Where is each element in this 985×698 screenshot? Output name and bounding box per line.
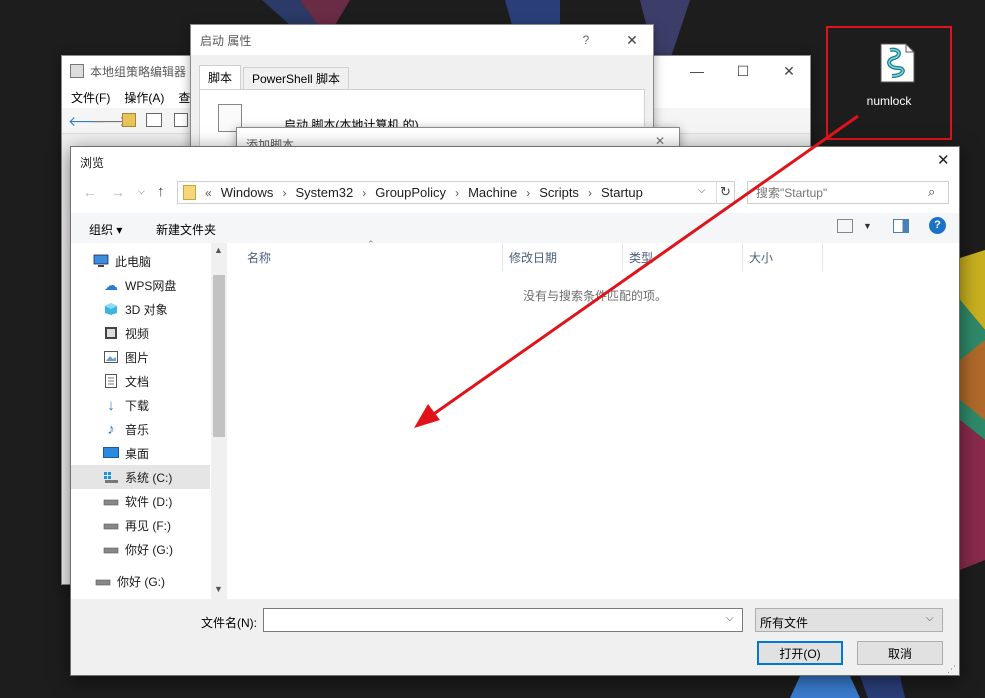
up-button[interactable]: ↑ bbox=[157, 183, 165, 200]
drive-icon bbox=[95, 573, 111, 589]
file-type-dropdown-icon[interactable]: ⌵ bbox=[926, 613, 934, 624]
file-type-value: 所有文件 bbox=[760, 616, 809, 630]
desktop-icon-numlock[interactable]: numlock bbox=[826, 26, 952, 140]
browse-title: 浏览 bbox=[80, 156, 105, 170]
drive-icon bbox=[103, 541, 119, 557]
browse-dialog: 浏览 ✕ ← → ⌵ ↑ « Windows › System32 › Grou… bbox=[70, 146, 960, 676]
filename-dropdown-icon[interactable]: ⌵ bbox=[726, 613, 734, 624]
gpedit-maximize-button[interactable]: ☐ bbox=[720, 56, 766, 86]
folder-icon bbox=[183, 185, 196, 200]
search-icon[interactable]: ⌕ bbox=[928, 184, 935, 200]
nav-drive-c[interactable]: 系统 (C:) bbox=[71, 465, 210, 489]
crumb-separator-icon: › bbox=[526, 185, 531, 200]
empty-message: 没有与搜索条件匹配的项。 bbox=[523, 289, 668, 303]
recent-locations-button[interactable]: ⌵ bbox=[138, 186, 145, 197]
preview-pane-icon[interactable] bbox=[893, 219, 909, 233]
menu-view[interactable]: 查 bbox=[178, 89, 190, 106]
crumb-scripts[interactable]: Scripts bbox=[539, 185, 579, 200]
filename-field[interactable]: ⌵ bbox=[263, 608, 743, 632]
show-tree-icon[interactable] bbox=[146, 113, 162, 127]
forward-button[interactable]: → bbox=[111, 184, 125, 200]
music-icon: ♪ bbox=[107, 420, 115, 438]
organize-button[interactable]: 组织 ▾ bbox=[89, 221, 122, 238]
crumb-startup[interactable]: Startup bbox=[601, 185, 643, 200]
view-dropdown-icon[interactable]: ▼ bbox=[863, 221, 872, 231]
properties-icon[interactable] bbox=[174, 113, 188, 127]
startup-props-close-button[interactable]: ✕ bbox=[609, 25, 655, 55]
address-overflow-chevron[interactable]: « bbox=[205, 186, 212, 200]
crumb-system32[interactable]: System32 bbox=[295, 185, 353, 200]
open-button[interactable]: 打开(O) bbox=[757, 641, 843, 665]
crumb-separator-icon: › bbox=[362, 185, 367, 200]
cancel-button[interactable]: 取消 bbox=[857, 641, 943, 665]
crumb-separator-icon: › bbox=[282, 185, 287, 200]
crumb-separator-icon: › bbox=[587, 185, 592, 200]
cube-icon bbox=[103, 301, 119, 317]
gpedit-app-icon bbox=[70, 64, 84, 78]
system-drive-icon bbox=[103, 469, 119, 485]
startup-props-title: 启动 属性 bbox=[200, 33, 252, 48]
search-input[interactable] bbox=[756, 184, 916, 201]
tab-scripts[interactable]: 脚本 bbox=[199, 65, 241, 89]
picture-icon bbox=[103, 349, 119, 365]
column-modified-date[interactable]: 修改日期 bbox=[503, 243, 623, 271]
crumb-separator-icon: › bbox=[455, 185, 460, 200]
nav-scrollbar[interactable]: ▲ ▼ bbox=[211, 243, 227, 599]
navigation-pane: 此电脑 ☁ WPS网盘 3D 对象 视频 图片 文档 ↓ 下载 ♪ 音乐 桌面 … bbox=[71, 243, 227, 599]
new-folder-button[interactable]: 新建文件夹 bbox=[156, 221, 216, 238]
filename-input[interactable] bbox=[268, 612, 708, 628]
address-dropdown-icon[interactable]: ⌵ bbox=[698, 185, 706, 196]
download-icon: ↓ bbox=[107, 396, 115, 414]
refresh-icon[interactable]: ↻ bbox=[716, 181, 734, 204]
drive-icon bbox=[103, 493, 119, 509]
cloud-icon: ☁ bbox=[104, 276, 118, 293]
back-button[interactable]: ← bbox=[83, 184, 97, 200]
file-type-select[interactable]: 所有文件 ⌵ bbox=[755, 608, 943, 632]
document-icon bbox=[103, 373, 119, 389]
gpedit-close-button[interactable]: ✕ bbox=[766, 56, 812, 86]
browse-close-button[interactable]: ✕ bbox=[937, 151, 950, 169]
browse-footer: 文件名(N): ⌵ 所有文件 ⌵ 打开(O) 取消 bbox=[71, 599, 959, 675]
menu-action[interactable]: 操作(A) bbox=[124, 89, 164, 106]
column-size[interactable]: 大小 bbox=[743, 243, 823, 271]
help-icon[interactable]: ? bbox=[929, 217, 946, 234]
script-file-icon bbox=[878, 40, 918, 84]
startup-props-help-button[interactable]: ? bbox=[563, 25, 609, 55]
crumb-grouppolicy[interactable]: GroupPolicy bbox=[375, 185, 446, 200]
browse-toolbar: 组织 ▾ 新建文件夹 ▼ ? bbox=[71, 213, 959, 243]
folder-up-icon[interactable] bbox=[122, 113, 136, 127]
desktop-icon-label: numlock bbox=[866, 94, 912, 108]
gpedit-title: 本地组策略编辑器 bbox=[90, 64, 187, 79]
scroll-up-icon[interactable]: ▲ bbox=[214, 245, 223, 255]
computer-icon bbox=[93, 253, 109, 269]
gpedit-minimize-button[interactable]: — bbox=[674, 56, 720, 86]
menu-file[interactable]: 文件(F) bbox=[71, 89, 110, 106]
search-box[interactable]: ⌕ bbox=[747, 181, 949, 204]
column-type[interactable]: 类型 bbox=[623, 243, 743, 271]
change-view-icon[interactable] bbox=[837, 219, 853, 233]
filename-label: 文件名(N): bbox=[201, 616, 257, 630]
video-icon bbox=[103, 325, 119, 341]
desktop-icon bbox=[103, 445, 119, 461]
scroll-thumb[interactable] bbox=[213, 275, 225, 437]
scroll-down-icon[interactable]: ▼ bbox=[214, 584, 223, 594]
resize-grip-icon[interactable]: ⋰ bbox=[947, 664, 956, 675]
column-name[interactable]: 名称 bbox=[241, 243, 503, 271]
drive-icon bbox=[103, 517, 119, 533]
crumb-windows[interactable]: Windows bbox=[221, 185, 274, 200]
crumb-machine[interactable]: Machine bbox=[468, 185, 517, 200]
tab-powershell-scripts[interactable]: PowerShell 脚本 bbox=[243, 67, 349, 89]
address-bar[interactable]: « Windows › System32 › GroupPolicy › Mac… bbox=[177, 181, 735, 204]
